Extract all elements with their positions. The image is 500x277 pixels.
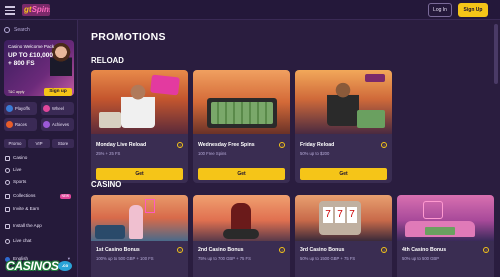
trophy-icon: [6, 105, 13, 112]
tab-store[interactable]: Store: [52, 139, 74, 148]
card-title: 3rd Casino Bonus: [300, 247, 345, 253]
promo-card-2nd-casino[interactable]: 2nd Casino Bonus ! 75% up to 700 GBP + 7…: [193, 195, 290, 277]
sidebar-item-casino[interactable]: Casino: [4, 153, 74, 163]
sidebar-item-install-app[interactable]: Install the App: [4, 221, 74, 231]
site-logo[interactable]: gtSpins: [22, 4, 50, 16]
tab-vip[interactable]: VIP: [28, 139, 50, 148]
card-subtitle: 25% + 25 FS: [96, 151, 121, 156]
collections-icon: [5, 193, 10, 199]
search-input[interactable]: Search: [4, 25, 74, 35]
sidebar-tabs: Promo VIP Store: [4, 139, 74, 148]
info-icon[interactable]: !: [381, 142, 387, 148]
card-title: Friday Reload: [300, 142, 335, 148]
page-title: PROMOTIONS: [91, 31, 166, 43]
promo-terms: T&C apply: [8, 90, 25, 94]
sidebar-item-live[interactable]: Live: [4, 165, 74, 175]
top-bar: gtSpins Log In Sign Up: [0, 0, 500, 20]
section-title-reload: RELOAD: [91, 56, 124, 65]
category-playoffs[interactable]: Playoffs: [4, 102, 37, 115]
promo-signup-button[interactable]: Sign up: [44, 88, 72, 96]
casino-bonus-3-image: 7 7 7: [295, 195, 392, 241]
casinos-watermark-logo: CASINOS .co: [6, 259, 72, 275]
sidebar-item-sports[interactable]: Sports: [4, 177, 74, 187]
promo-amount: UP TO £10,000 + 800 FS: [8, 52, 53, 67]
promo-card-4th-casino[interactable]: 4th Casino Bonus ! 50% up to 500 GBP: [397, 195, 494, 277]
info-icon[interactable]: !: [279, 142, 285, 148]
info-icon[interactable]: !: [177, 142, 183, 148]
card-title: Monday Live Reload: [96, 142, 147, 148]
signup-button[interactable]: Sign Up: [458, 3, 488, 17]
promo-card-monday[interactable]: Monday Live Reload ! 25% + 25 FS Get: [91, 70, 188, 183]
card-title: 2nd Casino Bonus: [198, 247, 244, 253]
casino-bonus-4-image: [397, 195, 494, 241]
welcome-pack-banner[interactable]: Casino Welcome Pack UP TO £10,000 + 800 …: [4, 40, 74, 96]
card-title: 1st Casino Bonus: [96, 247, 140, 253]
info-icon[interactable]: !: [177, 247, 183, 253]
promo-card-3rd-casino[interactable]: 7 7 7 3rd Casino Bonus ! 50% up to 1500 …: [295, 195, 392, 277]
login-button[interactable]: Log In: [428, 3, 452, 17]
sports-icon: [5, 179, 10, 185]
wheel-icon: [43, 105, 50, 112]
live-icon: [5, 167, 10, 173]
casino-icon: [5, 155, 10, 161]
flag-icon: [6, 121, 13, 128]
info-icon[interactable]: !: [483, 247, 489, 253]
sidebar-item-live-chat[interactable]: Live chat: [4, 236, 74, 246]
hamburger-menu-icon[interactable]: [4, 4, 16, 16]
scrollbar-thumb[interactable]: [494, 24, 498, 84]
card-title: Wednesday Free Spins: [198, 142, 255, 148]
wednesday-promo-image: [193, 70, 290, 134]
install-icon: [5, 223, 10, 229]
chat-icon: [5, 238, 10, 244]
invite-icon: [5, 206, 10, 212]
card-subtitle: 50% up to $200: [300, 151, 330, 156]
category-races[interactable]: Races: [4, 118, 37, 131]
medal-icon: [43, 121, 50, 128]
tab-promo[interactable]: Promo: [4, 139, 26, 148]
casino-bonus-1-image: [91, 195, 188, 241]
get-button[interactable]: Get: [300, 168, 387, 180]
casino-bonus-2-image: [193, 195, 290, 241]
promo-card-1st-casino[interactable]: 1st Casino Bonus ! 100% up to 500 GBP + …: [91, 195, 188, 277]
category-achieves[interactable]: Achieves: [41, 118, 74, 131]
sidebar-item-collections[interactable]: Collections NEW: [4, 191, 74, 201]
card-subtitle: 100 Free Spins: [198, 151, 227, 156]
promo-card-wednesday[interactable]: Wednesday Free Spins ! 100 Free Spins Ge…: [193, 70, 290, 183]
main-content: PROMOTIONS RELOAD Monday Live Reload ! 2…: [79, 20, 500, 277]
card-subtitle: 75% up to 700 GBP + 75 FS: [198, 256, 251, 261]
card-subtitle: 100% up to 500 GBP + 100 FS: [96, 256, 154, 261]
card-title: 4th Casino Bonus: [402, 247, 447, 253]
info-icon[interactable]: !: [381, 247, 387, 253]
info-icon[interactable]: !: [279, 247, 285, 253]
card-subtitle: 50% up to 1500 GBP + 75 FS: [300, 256, 356, 261]
page-scrollbar[interactable]: [494, 20, 498, 277]
search-placeholder: Search: [14, 27, 30, 33]
search-icon: [4, 27, 10, 33]
get-button[interactable]: Get: [96, 168, 183, 180]
card-subtitle: 50% up to 500 GBP: [402, 256, 440, 261]
sidebar-item-invite[interactable]: Invite & Earn: [4, 204, 74, 214]
new-badge: NEW: [59, 193, 71, 199]
get-button[interactable]: Get: [198, 168, 285, 180]
monday-promo-image: [91, 70, 188, 134]
friday-promo-image: [295, 70, 392, 134]
category-wheel[interactable]: Wheel: [41, 102, 74, 115]
promo-card-friday[interactable]: Friday Reload ! 50% up to $200 Get: [295, 70, 392, 183]
promo-title: Casino Welcome Pack: [8, 44, 55, 49]
sidebar: Search Casino Welcome Pack UP TO £10,000…: [0, 20, 78, 277]
section-title-casino: CASINO: [91, 180, 122, 189]
